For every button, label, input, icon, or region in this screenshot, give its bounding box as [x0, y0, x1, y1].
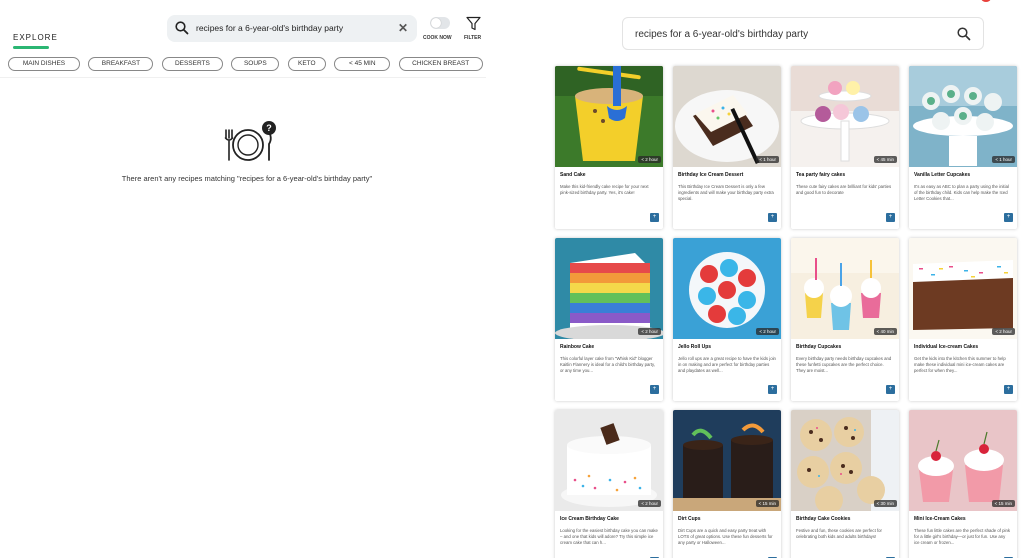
chip[interactable]: KETO	[287, 57, 326, 71]
filter-label: FILTER	[464, 35, 482, 41]
recipe-title[interactable]: Tea party fairy cakes	[796, 172, 845, 178]
add-recipe-button[interactable]: +	[1004, 385, 1013, 394]
chip[interactable]: CHICKEN BREAST	[398, 57, 483, 71]
cook-time-badge: < 1 hour	[756, 156, 779, 163]
recipe-image[interactable]	[673, 238, 781, 339]
add-recipe-button[interactable]: +	[768, 213, 777, 222]
recipe-title[interactable]: Birthday Ice Cream Dessert	[678, 172, 743, 178]
recipe-title[interactable]: Ice Cream Birthday Cake	[560, 516, 619, 522]
cook-time-badge: < 2 hour	[638, 328, 661, 335]
recipe-card[interactable]: < 2 hour Jello Roll Ups Jello roll ups are…	[673, 238, 781, 401]
cook-time-badge: < 45 min	[873, 156, 897, 163]
recipe-image[interactable]	[791, 238, 899, 339]
add-recipe-button[interactable]: +	[768, 385, 777, 394]
chip[interactable]: MAIN DISHES	[8, 57, 80, 71]
tab-active-indicator	[13, 46, 49, 49]
search-icon[interactable]	[957, 27, 971, 46]
recipe-image[interactable]	[555, 66, 663, 167]
no-recipes-icon: ?	[221, 120, 283, 171]
cook-time-badge: < 15 min	[755, 500, 779, 507]
recipe-description: It's as easy as ABC to plan a party usin…	[914, 184, 1009, 202]
recipe-card[interactable]: < 2 hour Sand Cake Make this kid-friendly …	[555, 66, 663, 229]
recipe-image[interactable]	[673, 410, 781, 511]
recipe-title[interactable]: Birthday Cake Cookies	[796, 516, 850, 522]
recipe-description: These cute fairy cakes are brilliant for…	[796, 184, 892, 196]
search-query: recipes for a 6-year-old's birthday part…	[196, 23, 344, 33]
recipe-image[interactable]	[791, 410, 899, 511]
cook-time-badge: < 2 hour	[992, 328, 1015, 335]
recipe-description: Get the kids into the kitchen this summe…	[914, 356, 1006, 374]
recipe-card[interactable]: < 45 min Tea party fairy cakes These cute …	[791, 66, 899, 229]
tab-explore[interactable]: EXPLORE	[13, 33, 58, 42]
recipe-card[interactable]: < 15 min Dirt Cups Dirt Cups are a quick a…	[673, 410, 781, 558]
cook-time-badge: < 30 min	[873, 500, 897, 507]
recipe-image[interactable]	[909, 66, 1017, 167]
recipe-card[interactable]: < 1 hour Vanilla Letter Cupcakes It's as e…	[909, 66, 1017, 229]
recipe-image[interactable]	[909, 238, 1017, 339]
recipe-description: Jello roll ups are a great recipe to hav…	[678, 356, 776, 374]
recipe-description: Festive and fun, these cookies are perfe…	[796, 528, 882, 540]
recipe-card[interactable]: < 30 min Birthday Cake Cookies Festive and…	[791, 410, 899, 558]
cook-time-badge: < 2 hour	[638, 156, 661, 163]
recipe-title[interactable]: Jello Roll Ups	[678, 344, 711, 350]
recipe-title[interactable]: Rainbow Cake	[560, 344, 594, 350]
recipe-title[interactable]: Mini Ice-Cream Cakes	[914, 516, 966, 522]
add-recipe-button[interactable]: +	[650, 385, 659, 394]
cook-time-badge: < 15 min	[991, 500, 1015, 507]
recipe-description: Every birthday party needs birthday cupc…	[796, 356, 892, 374]
add-recipe-button[interactable]: +	[886, 385, 895, 394]
recipe-description: These fun little cakes are the perfect s…	[914, 528, 1011, 546]
cook-time-badge: < 2 hour	[638, 500, 661, 507]
recipe-image[interactable]	[909, 410, 1017, 511]
results-panel: recipes for a 6-year-old's birthday part…	[486, 0, 1021, 558]
add-recipe-button[interactable]: +	[650, 213, 659, 222]
recipe-description: This Birthday Ice Cream Dessert is only …	[678, 184, 774, 202]
chip[interactable]: DESSERTS	[161, 57, 223, 71]
add-recipe-button[interactable]: +	[886, 213, 895, 222]
recipe-description: Looking for the easiest birthday cake yo…	[560, 528, 658, 546]
recipe-title[interactable]: Birthday Cupcakes	[796, 344, 841, 350]
recipe-description: Make this kid-friendly cake recipe for y…	[560, 184, 649, 196]
recipe-title[interactable]: Vanilla Letter Cupcakes	[914, 172, 970, 178]
recipe-title[interactable]: Dirt Cups	[678, 516, 701, 522]
divider	[0, 77, 486, 78]
cook-time-badge: < 2 hour	[756, 328, 779, 335]
explore-panel: EXPLORE recipes for a 6-year-old's birth…	[0, 0, 486, 558]
app-root: EXPLORE recipes for a 6-year-old's birth…	[0, 0, 1021, 558]
chip[interactable]: BREAKFAST	[88, 57, 154, 71]
recipe-title[interactable]: Sand Cake	[560, 172, 586, 178]
recipe-card[interactable]: < 40 min Birthday Cupcakes Every birthday …	[791, 238, 899, 401]
recipe-card[interactable]: < 2 hour Ice Cream Birthday Cake Looking f…	[555, 410, 663, 558]
search-icon	[175, 21, 189, 40]
chip[interactable]: < 45 MIN	[334, 57, 391, 71]
recipe-card[interactable]: < 2 hour Individual Ice-cream Cakes Get th…	[909, 238, 1017, 401]
search-query: recipes for a 6-year-old's birthday part…	[635, 29, 809, 40]
filter-icon[interactable]	[466, 16, 481, 36]
recipe-card[interactable]: < 1 hour Birthday Ice Cream Dessert This B…	[673, 66, 781, 229]
cook-now-label: COOK NOW	[423, 35, 452, 41]
recipe-image[interactable]	[791, 66, 899, 167]
notification-dot	[981, 0, 991, 2]
add-recipe-button[interactable]: +	[1004, 213, 1013, 222]
recipe-image[interactable]	[555, 238, 663, 339]
cook-time-badge: < 1 hour	[992, 156, 1015, 163]
recipe-card[interactable]: < 2 hour Rainbow Cake This colorful layer …	[555, 238, 663, 401]
recipe-card[interactable]: < 15 min Mini Ice-Cream Cakes These fun li…	[909, 410, 1017, 558]
recipe-description: Dirt Cups are a quick and easy party tre…	[678, 528, 773, 546]
chip[interactable]: SOUPS	[231, 57, 280, 71]
recipe-image[interactable]	[555, 410, 663, 511]
clear-icon[interactable]: ✕	[398, 21, 408, 35]
cook-now-toggle[interactable]	[430, 17, 450, 29]
recipe-title[interactable]: Individual Ice-cream Cakes	[914, 344, 978, 350]
empty-state-message: There aren't any recipes matching "recip…	[121, 174, 373, 183]
recipe-image[interactable]	[673, 66, 781, 167]
recipe-description: This colorful layer cake from "Whisk Kid…	[560, 356, 656, 374]
svg-text:?: ?	[266, 123, 272, 133]
search-input[interactable]: recipes for a 6-year-old's birthday part…	[622, 17, 984, 50]
search-input[interactable]: recipes for a 6-year-old's birthday part…	[167, 15, 417, 42]
category-chips: MAIN DISHES BREAKFAST DESSERTS SOUPS KET…	[8, 57, 486, 71]
cook-time-badge: < 40 min	[873, 328, 897, 335]
